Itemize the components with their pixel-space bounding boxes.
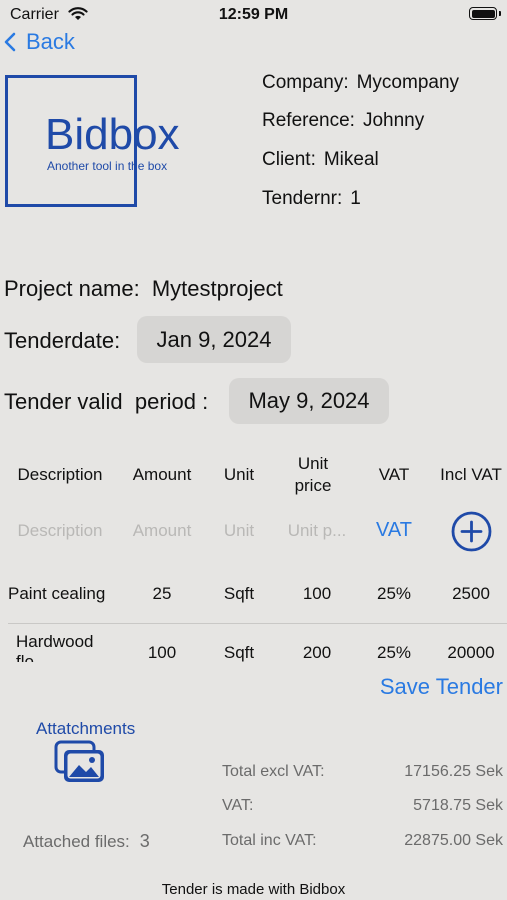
client-value: Mikeal: [323, 149, 379, 170]
tenderdate-label: Tenderdate:: [4, 328, 121, 353]
tendernr-info: Tendernr: 1: [262, 188, 361, 210]
logo-name: Bidbox: [45, 110, 180, 159]
client-info: Client: Mikeal: [262, 149, 379, 171]
back-button[interactable]: Back: [4, 29, 75, 55]
project-row: Project name: Mytestproject: [4, 276, 283, 302]
battery-icon: [469, 7, 497, 20]
unit-price-input[interactable]: Unit p...: [279, 521, 355, 541]
valid-label: Tender valid period :: [4, 389, 209, 414]
row2-description-line1: Hardwood: [16, 632, 94, 651]
company-info: Company: Mycompany: [262, 72, 459, 94]
reference-info: Reference: Johnny: [262, 110, 424, 132]
vat-value: 5718.75 Sek: [413, 797, 503, 814]
attached-files-count: 3: [139, 831, 150, 851]
project-label: Project name:: [4, 276, 140, 301]
row2-description: Hardwood flo...: [16, 632, 126, 662]
footer-note: Tender is made with Bidbox: [161, 881, 346, 898]
col-description: Description: [17, 465, 103, 484]
attached-files: Attached files: 3: [23, 831, 150, 852]
col-incl-vat: Incl VAT: [440, 465, 502, 484]
row2-vat: 25%: [376, 643, 412, 662]
tendernr-key: Tendernr:: [262, 188, 343, 209]
row1-unit: Sqft: [223, 584, 255, 603]
total-incl-label: Total inc VAT:: [222, 832, 317, 849]
client-key: Client:: [262, 149, 316, 170]
reference-value: Johnny: [362, 110, 425, 131]
chevron-left-icon: [4, 32, 16, 52]
save-tender-button[interactable]: Save Tender: [380, 674, 503, 700]
row-divider: [8, 623, 507, 624]
unit-input[interactable]: Unit: [210, 521, 268, 541]
description-input[interactable]: Description: [4, 521, 116, 541]
row1-vat: 25%: [376, 584, 412, 603]
back-label: Back: [26, 29, 75, 54]
row2-description-line2: flo...: [16, 652, 49, 662]
total-incl-value: 22875.00 Sek: [404, 832, 503, 849]
status-time: 12:59 PM: [218, 6, 289, 23]
col-unit-price-line1: Unit: [297, 454, 329, 473]
col-unit-price-line2: price: [294, 476, 332, 495]
vat-select[interactable]: VAT: [366, 519, 422, 542]
col-unit: Unit: [223, 465, 255, 484]
tenderdate-picker[interactable]: Jan 9, 2024: [137, 316, 291, 363]
row1-unit-price: 100: [302, 584, 332, 603]
project-value: Mytestproject: [151, 276, 283, 301]
attachments-link[interactable]: Attatchments: [36, 719, 135, 739]
total-excl-label: Total excl VAT:: [222, 763, 325, 780]
valid-period-picker[interactable]: May 9, 2024: [229, 378, 389, 424]
row2-unit: Sqft: [223, 643, 255, 662]
attached-files-label: Attached files:: [23, 832, 130, 851]
col-vat: VAT: [378, 465, 410, 484]
row1-description: Paint cealing: [8, 584, 106, 603]
row1-amount: 25: [152, 584, 172, 603]
reference-key: Reference:: [262, 110, 355, 131]
logo-tagline: Another tool in the box: [47, 159, 168, 173]
amount-input[interactable]: Amount: [122, 521, 202, 541]
row2-unit-price: 200: [302, 643, 332, 662]
col-unit-price: Unit price: [279, 453, 347, 497]
vat-label: VAT:: [222, 797, 254, 814]
photos-icon[interactable]: [54, 740, 106, 789]
battery-tip: [499, 11, 501, 16]
row2-amount: 100: [147, 643, 177, 662]
row2-incl-vat: 20000: [447, 643, 495, 662]
col-amount: Amount: [132, 465, 192, 484]
plus-circle-icon: [451, 511, 492, 552]
company-value: Mycompany: [356, 72, 460, 93]
company-key: Company:: [262, 72, 349, 93]
tendernr-value: 1: [350, 188, 361, 209]
add-row-button[interactable]: [451, 511, 492, 557]
row1-incl-vat: 2500: [452, 584, 490, 603]
total-excl-value: 17156.25 Sek: [404, 763, 503, 780]
